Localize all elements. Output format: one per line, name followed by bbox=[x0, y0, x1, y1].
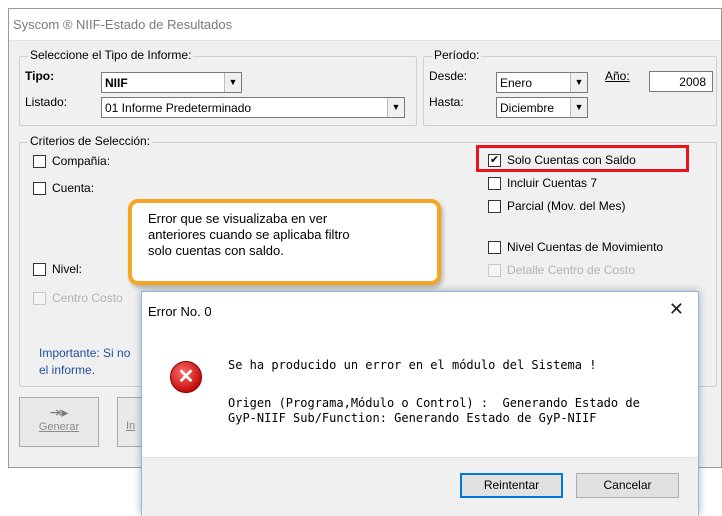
tipo-value: NIIF bbox=[105, 76, 128, 90]
incluir-cuentas-box[interactable] bbox=[488, 176, 501, 190]
parcial-box[interactable] bbox=[488, 199, 501, 213]
anio-label: Año: bbox=[605, 69, 630, 83]
window-title: Syscom ® NIIF-Estado de Resultados bbox=[9, 9, 721, 41]
annotation-callout: Error que se visualizaba en ver anterior… bbox=[128, 199, 441, 285]
centro-costo-label: Centro Costo bbox=[52, 291, 123, 305]
criteria-legend: Criterios de Selección: bbox=[28, 134, 153, 148]
detalle-centro-box[interactable] bbox=[488, 263, 501, 277]
generar-label: Generar bbox=[38, 421, 80, 433]
nivel-cuentas-box[interactable] bbox=[488, 240, 501, 254]
chevron-down-icon[interactable]: ▼ bbox=[387, 98, 404, 117]
generate-icon: ⇥▸ bbox=[49, 404, 69, 420]
error-icon: ✕ bbox=[170, 361, 202, 393]
nivel-cuentas-checkbox[interactable]: Nivel Cuentas de Movimiento bbox=[488, 240, 663, 254]
compania-checkbox[interactable]: Compañia: bbox=[33, 154, 110, 168]
note-line1: Importante: Si no bbox=[39, 346, 131, 360]
chevron-down-icon[interactable]: ▼ bbox=[570, 73, 587, 92]
tipo-select[interactable]: NIIF ▼ bbox=[101, 72, 242, 93]
retry-button[interactable]: Reintentar bbox=[460, 473, 563, 498]
error-origin-line2: GyP-NIIF Sub/Function: Generando Estado … bbox=[228, 411, 597, 425]
dialog-title: Error No. 0 bbox=[148, 304, 212, 319]
generar-button[interactable]: ⇥▸ Generar bbox=[19, 397, 99, 447]
desde-value: Enero bbox=[500, 76, 533, 90]
highlight-box bbox=[476, 145, 689, 172]
nivel-cuentas-label: Nivel Cuentas de Movimiento bbox=[507, 240, 664, 254]
period-legend: Período: bbox=[432, 48, 482, 62]
callout-line2: anteriores cuando se aplicaba filtro bbox=[148, 227, 350, 242]
nivel-checkbox[interactable]: Nivel: bbox=[33, 262, 82, 276]
callout-line1: Error que se visualizaba en ver bbox=[148, 211, 328, 226]
hasta-select[interactable]: Diciembre ▼ bbox=[496, 97, 588, 118]
cuenta-box[interactable] bbox=[33, 181, 46, 195]
detalle-centro-label: Detalle Centro de Costo bbox=[507, 263, 636, 277]
hasta-value: Diciembre bbox=[500, 101, 555, 115]
nivel-box[interactable] bbox=[33, 262, 46, 276]
error-origin-line1: Origen (Programa,Módulo o Control) : Gen… bbox=[228, 396, 640, 410]
listado-label: Listado: bbox=[25, 95, 68, 109]
note-line2: el informe. bbox=[39, 363, 96, 377]
incluir-cuentas-label: Incluir Cuentas 7 bbox=[507, 176, 598, 190]
report-type-legend: Seleccione el Tipo de Informe: bbox=[28, 48, 194, 62]
hasta-label: Hasta: bbox=[429, 95, 464, 109]
incluir-cuentas-checkbox[interactable]: Incluir Cuentas 7 bbox=[488, 176, 597, 190]
detalle-centro-checkbox[interactable]: Detalle Centro de Costo bbox=[488, 263, 635, 277]
cuenta-label: Cuenta: bbox=[52, 181, 95, 195]
compania-label: Compañia: bbox=[52, 154, 111, 168]
parcial-label: Parcial (Mov. del Mes) bbox=[507, 199, 626, 213]
listado-value: 01 Informe Predeterminado bbox=[105, 101, 252, 115]
centro-costo-box[interactable] bbox=[33, 291, 46, 305]
error-dialog: Error No. 0 ✕ ✕ Se ha producido un error… bbox=[141, 291, 699, 516]
parcial-checkbox[interactable]: Parcial (Mov. del Mes) bbox=[488, 199, 625, 213]
chevron-down-icon[interactable]: ▼ bbox=[224, 73, 241, 92]
anio-input[interactable]: 2008 bbox=[649, 71, 713, 92]
important-note: Importante: Si no el informe. bbox=[39, 345, 130, 379]
chevron-down-icon[interactable]: ▼ bbox=[570, 98, 587, 117]
close-icon[interactable]: ✕ bbox=[669, 299, 684, 320]
listado-select[interactable]: 01 Informe Predeterminado ▼ bbox=[101, 97, 405, 118]
centro-costo-checkbox[interactable]: Centro Costo bbox=[33, 291, 123, 305]
desde-label: Desde: bbox=[429, 69, 468, 83]
compania-box[interactable] bbox=[33, 154, 46, 168]
tipo-label: Tipo: bbox=[25, 69, 55, 83]
dialog-footer: Reintentar Cancelar bbox=[142, 457, 698, 516]
error-message: Se ha producido un error en el módulo de… bbox=[228, 358, 597, 372]
nivel-label: Nivel: bbox=[52, 262, 83, 276]
cancel-button[interactable]: Cancelar bbox=[576, 473, 679, 498]
desde-select[interactable]: Enero ▼ bbox=[496, 72, 588, 93]
cuenta-checkbox[interactable]: Cuenta: bbox=[33, 181, 94, 195]
callout-line3: solo cuentas con saldo. bbox=[148, 243, 284, 258]
dialog-body: ✕ Se ha producido un error en el módulo … bbox=[142, 334, 698, 457]
